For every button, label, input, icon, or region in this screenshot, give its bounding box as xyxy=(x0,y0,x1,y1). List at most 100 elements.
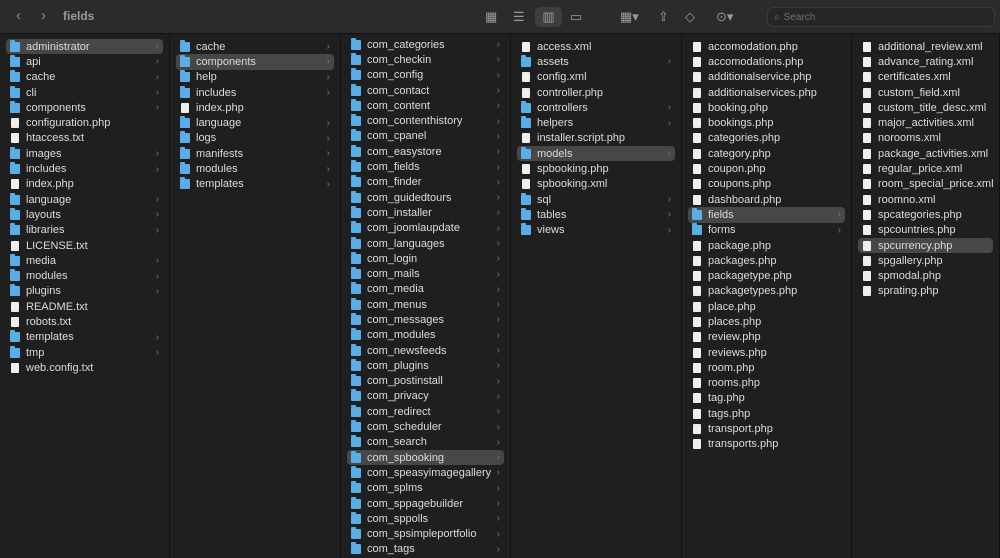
file-item[interactable]: sprating.php xyxy=(858,284,993,299)
folder-item[interactable]: sql › xyxy=(517,192,675,207)
file-item[interactable]: spcountries.php xyxy=(858,223,993,238)
file-item[interactable]: htaccess.txt xyxy=(6,131,163,146)
file-item[interactable]: bookings.php xyxy=(688,115,845,130)
file-item[interactable]: spbooking.xml xyxy=(517,177,675,192)
folder-item[interactable]: com_installer › xyxy=(347,205,504,220)
folder-item[interactable]: com_menus › xyxy=(347,297,504,312)
folder-item[interactable]: media › xyxy=(6,253,163,268)
folder-item[interactable]: com_cpanel › xyxy=(347,129,504,144)
file-item[interactable]: tags.php xyxy=(688,406,845,421)
file-item[interactable]: robots.txt xyxy=(6,314,163,329)
folder-item[interactable]: com_tags › xyxy=(347,542,504,557)
folder-item[interactable]: tmp › xyxy=(6,345,163,360)
folder-item[interactable]: com_easystore › xyxy=(347,144,504,159)
file-item[interactable]: README.txt xyxy=(6,299,163,314)
folder-item[interactable]: templates › xyxy=(176,177,334,192)
file-item[interactable]: configuration.php xyxy=(6,115,163,130)
folder-item[interactable]: com_modules › xyxy=(347,328,504,343)
folder-item[interactable]: com_guidedtours › xyxy=(347,190,504,205)
tag-icon[interactable]: ◇ xyxy=(685,8,695,26)
file-item[interactable]: coupon.php xyxy=(688,161,845,176)
file-item[interactable]: categories.php xyxy=(688,131,845,146)
folder-item[interactable]: forms › xyxy=(688,223,845,238)
folder-item[interactable]: models › xyxy=(517,146,675,162)
file-item[interactable]: index.php xyxy=(176,100,334,115)
folder-item[interactable]: com_login › xyxy=(347,251,504,266)
file-item[interactable]: place.php xyxy=(688,299,845,314)
file-item[interactable]: reviews.php xyxy=(688,345,845,360)
file-item[interactable]: packagetype.php xyxy=(688,268,845,283)
icon-view-button[interactable]: ▦ xyxy=(485,8,497,26)
file-item[interactable]: web.config.txt xyxy=(6,360,163,375)
file-item[interactable]: packagetypes.php xyxy=(688,284,845,299)
folder-item[interactable]: includes › xyxy=(6,161,163,176)
folder-item[interactable]: administrator › xyxy=(6,39,163,55)
folder-item[interactable]: modules › xyxy=(176,161,334,176)
file-item[interactable]: places.php xyxy=(688,314,845,329)
folder-item[interactable]: logs › xyxy=(176,131,334,146)
file-item[interactable]: access.xml xyxy=(517,39,675,54)
file-item[interactable]: review.php xyxy=(688,330,845,345)
column-view-button[interactable]: ▥ xyxy=(535,7,562,27)
file-item[interactable]: booking.php xyxy=(688,100,845,115)
folder-item[interactable]: com_finder › xyxy=(347,175,504,190)
folder-item[interactable]: fields › xyxy=(688,207,845,223)
folder-item[interactable]: com_spsimpleportfolio › xyxy=(347,527,504,542)
file-item[interactable]: coupons.php xyxy=(688,177,845,192)
folder-item[interactable]: controllers › xyxy=(517,100,675,115)
file-item[interactable]: index.php xyxy=(6,177,163,192)
file-item[interactable]: norooms.xml xyxy=(858,131,993,146)
folder-item[interactable]: com_spbooking › xyxy=(347,450,504,466)
folder-item[interactable]: modules › xyxy=(6,268,163,283)
folder-item[interactable]: com_redirect › xyxy=(347,404,504,419)
folder-item[interactable]: includes › xyxy=(176,85,334,100)
file-item[interactable]: dashboard.php xyxy=(688,192,845,207)
file-item[interactable]: custom_field.xml xyxy=(858,85,993,100)
folder-item[interactable]: language › xyxy=(176,115,334,130)
file-item[interactable]: spmodal.php xyxy=(858,268,993,283)
folder-item[interactable]: components › xyxy=(6,100,163,115)
folder-item[interactable]: com_plugins › xyxy=(347,358,504,373)
folder-item[interactable]: com_privacy › xyxy=(347,389,504,404)
folder-item[interactable]: images › xyxy=(6,146,163,161)
folder-item[interactable]: help › xyxy=(176,70,334,85)
folder-item[interactable]: tables › xyxy=(517,207,675,222)
folder-item[interactable]: components › xyxy=(176,54,334,70)
file-item[interactable]: regular_price.xml xyxy=(858,161,993,176)
folder-item[interactable]: com_contenthistory › xyxy=(347,113,504,128)
file-item[interactable]: accomodations.php xyxy=(688,54,845,69)
file-item[interactable]: certificates.xml xyxy=(858,70,993,85)
folder-item[interactable]: views › xyxy=(517,223,675,238)
folder-item[interactable]: com_checkin › xyxy=(347,52,504,67)
folder-item[interactable]: cache › xyxy=(176,39,334,54)
folder-item[interactable]: com_scheduler › xyxy=(347,419,504,434)
group-button[interactable]: ▦▾ xyxy=(620,8,639,26)
file-item[interactable]: category.php xyxy=(688,146,845,161)
file-item[interactable]: package_activities.xml xyxy=(858,146,993,161)
file-item[interactable]: tag.php xyxy=(688,391,845,406)
folder-item[interactable]: com_joomlaupdate › xyxy=(347,221,504,236)
back-button[interactable]: ‹ xyxy=(16,7,21,24)
folder-item[interactable]: com_speasyimagegallery › xyxy=(347,465,504,480)
more-actions-button[interactable]: ⊙▾ xyxy=(716,8,733,26)
search-input[interactable]: ⌕ Search xyxy=(767,7,995,27)
gallery-view-button[interactable]: ▭ xyxy=(570,8,582,26)
folder-item[interactable]: com_media › xyxy=(347,282,504,297)
file-item[interactable]: LICENSE.txt xyxy=(6,238,163,253)
folder-item[interactable]: cache › xyxy=(6,70,163,85)
file-item[interactable]: config.xml xyxy=(517,70,675,85)
file-item[interactable]: additionalservices.php xyxy=(688,85,845,100)
file-item[interactable]: advance_rating.xml xyxy=(858,54,993,69)
file-item[interactable]: packages.php xyxy=(688,253,845,268)
file-item[interactable]: custom_title_desc.xml xyxy=(858,100,993,115)
folder-item[interactable]: com_contact › xyxy=(347,83,504,98)
folder-item[interactable]: layouts › xyxy=(6,207,163,222)
folder-item[interactable]: com_search › xyxy=(347,435,504,450)
folder-item[interactable]: com_config › xyxy=(347,68,504,83)
file-item[interactable]: room.php xyxy=(688,360,845,375)
folder-item[interactable]: api › xyxy=(6,54,163,69)
folder-item[interactable]: com_messages › xyxy=(347,312,504,327)
file-item[interactable]: major_activities.xml xyxy=(858,115,993,130)
file-item[interactable]: spbooking.php xyxy=(517,161,675,176)
file-item[interactable]: additionalservice.php xyxy=(688,70,845,85)
